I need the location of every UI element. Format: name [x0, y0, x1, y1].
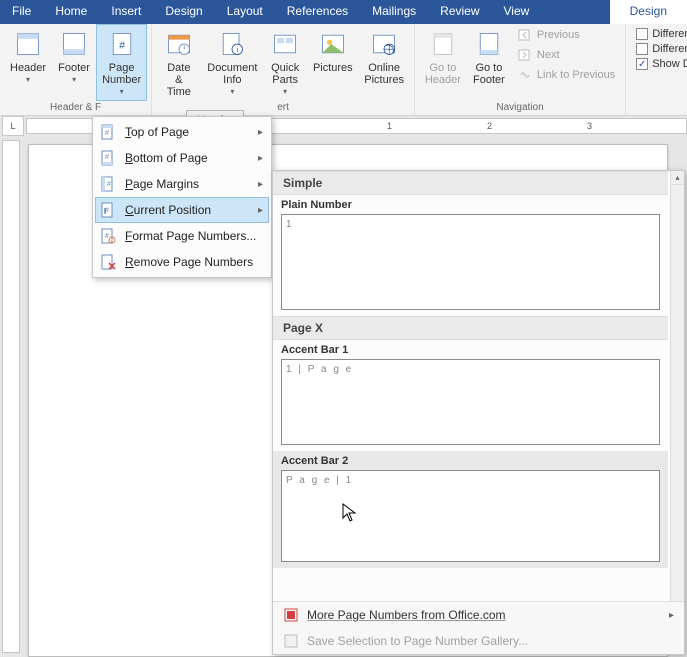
goto-header-icon [427, 28, 459, 60]
date-time-button[interactable]: Date & Time [156, 24, 201, 101]
header-icon [12, 28, 44, 60]
save-gallery-icon [283, 633, 299, 649]
ribbon: Header▾ Footer▾ # Page Number▾ Header & … [0, 24, 687, 116]
doc-info-icon: i [216, 28, 248, 60]
page-number-button[interactable]: # Page Number▾ [96, 24, 147, 101]
page-number-gallery: Simple Plain Number 1 Page X Accent Bar … [272, 170, 685, 655]
more-page-numbers[interactable]: More Page Numbers from Office.com ▸ [273, 602, 684, 628]
current-position-icon: # [99, 201, 117, 219]
format-icon: # [99, 227, 117, 245]
dd-current-position[interactable]: # Current Position ▸ [95, 197, 269, 223]
link-icon [517, 67, 533, 83]
svg-text:#: # [105, 130, 109, 137]
dd-top-of-page[interactable]: # Top of Page ▸ [95, 119, 269, 145]
ruler-corner: L [2, 116, 24, 136]
tab-insert[interactable]: Insert [99, 0, 153, 24]
document-info-button[interactable]: i Document Info▾ [202, 24, 264, 101]
gallery-item-accent-bar-2[interactable]: Accent Bar 2 P a g e | 1 [273, 451, 668, 568]
chevron-right-icon: ▸ [258, 127, 263, 138]
tab-home[interactable]: Home [43, 0, 99, 24]
group-label-header-footer: Header & F [4, 101, 147, 115]
group-header-footer: Header▾ Footer▾ # Page Number▾ Header & … [0, 24, 152, 115]
tab-review[interactable]: Review [428, 0, 491, 24]
tab-file[interactable]: File [0, 0, 43, 24]
svg-text:#: # [105, 207, 109, 214]
show-document-checkbox[interactable]: ✓ Show Docu [636, 58, 687, 70]
online-pictures-icon [368, 28, 400, 60]
dd-bottom-of-page[interactable]: # Bottom of Page ▸ [95, 145, 269, 171]
quick-parts-icon [269, 28, 301, 60]
gallery-section-page-x: Page X [273, 316, 668, 340]
tab-design[interactable]: Design [153, 0, 214, 24]
goto-footer-button[interactable]: Go to Footer [467, 24, 511, 101]
tab-view[interactable]: View [492, 0, 542, 24]
tab-layout[interactable]: Layout [215, 0, 275, 24]
svg-text:#: # [105, 233, 109, 240]
menubar: File Home Insert Design Layout Reference… [0, 0, 687, 24]
next-icon [517, 47, 533, 63]
chevron-right-icon: ▸ [258, 153, 263, 164]
next-button[interactable]: Next [515, 46, 617, 64]
checkbox-checked-icon: ✓ [636, 58, 648, 70]
cursor-icon [342, 503, 358, 523]
tab-references[interactable]: References [275, 0, 360, 24]
previous-button[interactable]: Previous [515, 26, 617, 44]
dd-format-page-numbers[interactable]: # Format Page Numbers... [95, 223, 269, 249]
footer-button[interactable]: Footer▾ [52, 24, 96, 101]
different-first-checkbox[interactable]: Different F [636, 28, 687, 40]
svg-text:#: # [105, 154, 109, 161]
online-pictures-button[interactable]: Online Pictures [358, 24, 409, 101]
picture-icon [317, 28, 349, 60]
dd-page-margins[interactable]: # Page Margins ▸ [95, 171, 269, 197]
chevron-right-icon: ▸ [669, 610, 674, 621]
remove-icon [99, 253, 117, 271]
goto-header-button[interactable]: Go to Header [419, 24, 467, 101]
tab-mailings[interactable]: Mailings [360, 0, 428, 24]
svg-text:#: # [107, 181, 111, 188]
group-label-options: O [630, 74, 687, 88]
different-odd-checkbox[interactable]: Different O [636, 43, 687, 55]
checkbox-icon [636, 28, 648, 40]
vertical-ruler[interactable] [2, 140, 20, 653]
gallery-item-plain-number[interactable]: Plain Number 1 [273, 195, 668, 316]
page-number-dropdown: # Top of Page ▸ # Bottom of Page ▸ # Pag… [92, 116, 272, 278]
calendar-icon [163, 28, 195, 60]
group-options: Different F Different O ✓ Show Docu O [626, 24, 687, 115]
dd-remove-page-numbers[interactable]: Remove Page Numbers [95, 249, 269, 275]
link-to-previous-button[interactable]: Link to Previous [515, 66, 617, 84]
quick-parts-button[interactable]: Quick Parts▾ [263, 24, 307, 101]
checkbox-icon [636, 43, 648, 55]
chevron-right-icon: ▸ [258, 179, 263, 190]
group-navigation: Go to Header Go to Footer Previous Next … [415, 24, 626, 115]
gallery-section-simple: Simple [273, 171, 668, 195]
chevron-right-icon: ▸ [258, 205, 263, 216]
pictures-button[interactable]: Pictures [307, 24, 358, 101]
office-icon [283, 607, 299, 623]
goto-footer-icon [473, 28, 505, 60]
context-tab-design[interactable]: Design [610, 0, 687, 24]
group-insert: Date & Time i Document Info▾ Quick Parts… [152, 24, 415, 115]
gallery-scrollbar[interactable]: ▴ [670, 171, 684, 601]
page-number-icon: # [106, 28, 138, 60]
scroll-up-icon[interactable]: ▴ [671, 171, 684, 185]
gallery-item-accent-bar-1[interactable]: Accent Bar 1 1 | P a g e [273, 340, 668, 451]
svg-text:#: # [119, 39, 125, 51]
page-margins-icon: # [99, 175, 117, 193]
footer-icon [58, 28, 90, 60]
previous-icon [517, 27, 533, 43]
save-selection-gallery: Save Selection to Page Number Gallery... [273, 628, 684, 654]
group-label-navigation: Navigation [419, 101, 621, 115]
bottom-of-page-icon: # [99, 149, 117, 167]
top-of-page-icon: # [99, 123, 117, 141]
header-button[interactable]: Header▾ [4, 24, 52, 101]
